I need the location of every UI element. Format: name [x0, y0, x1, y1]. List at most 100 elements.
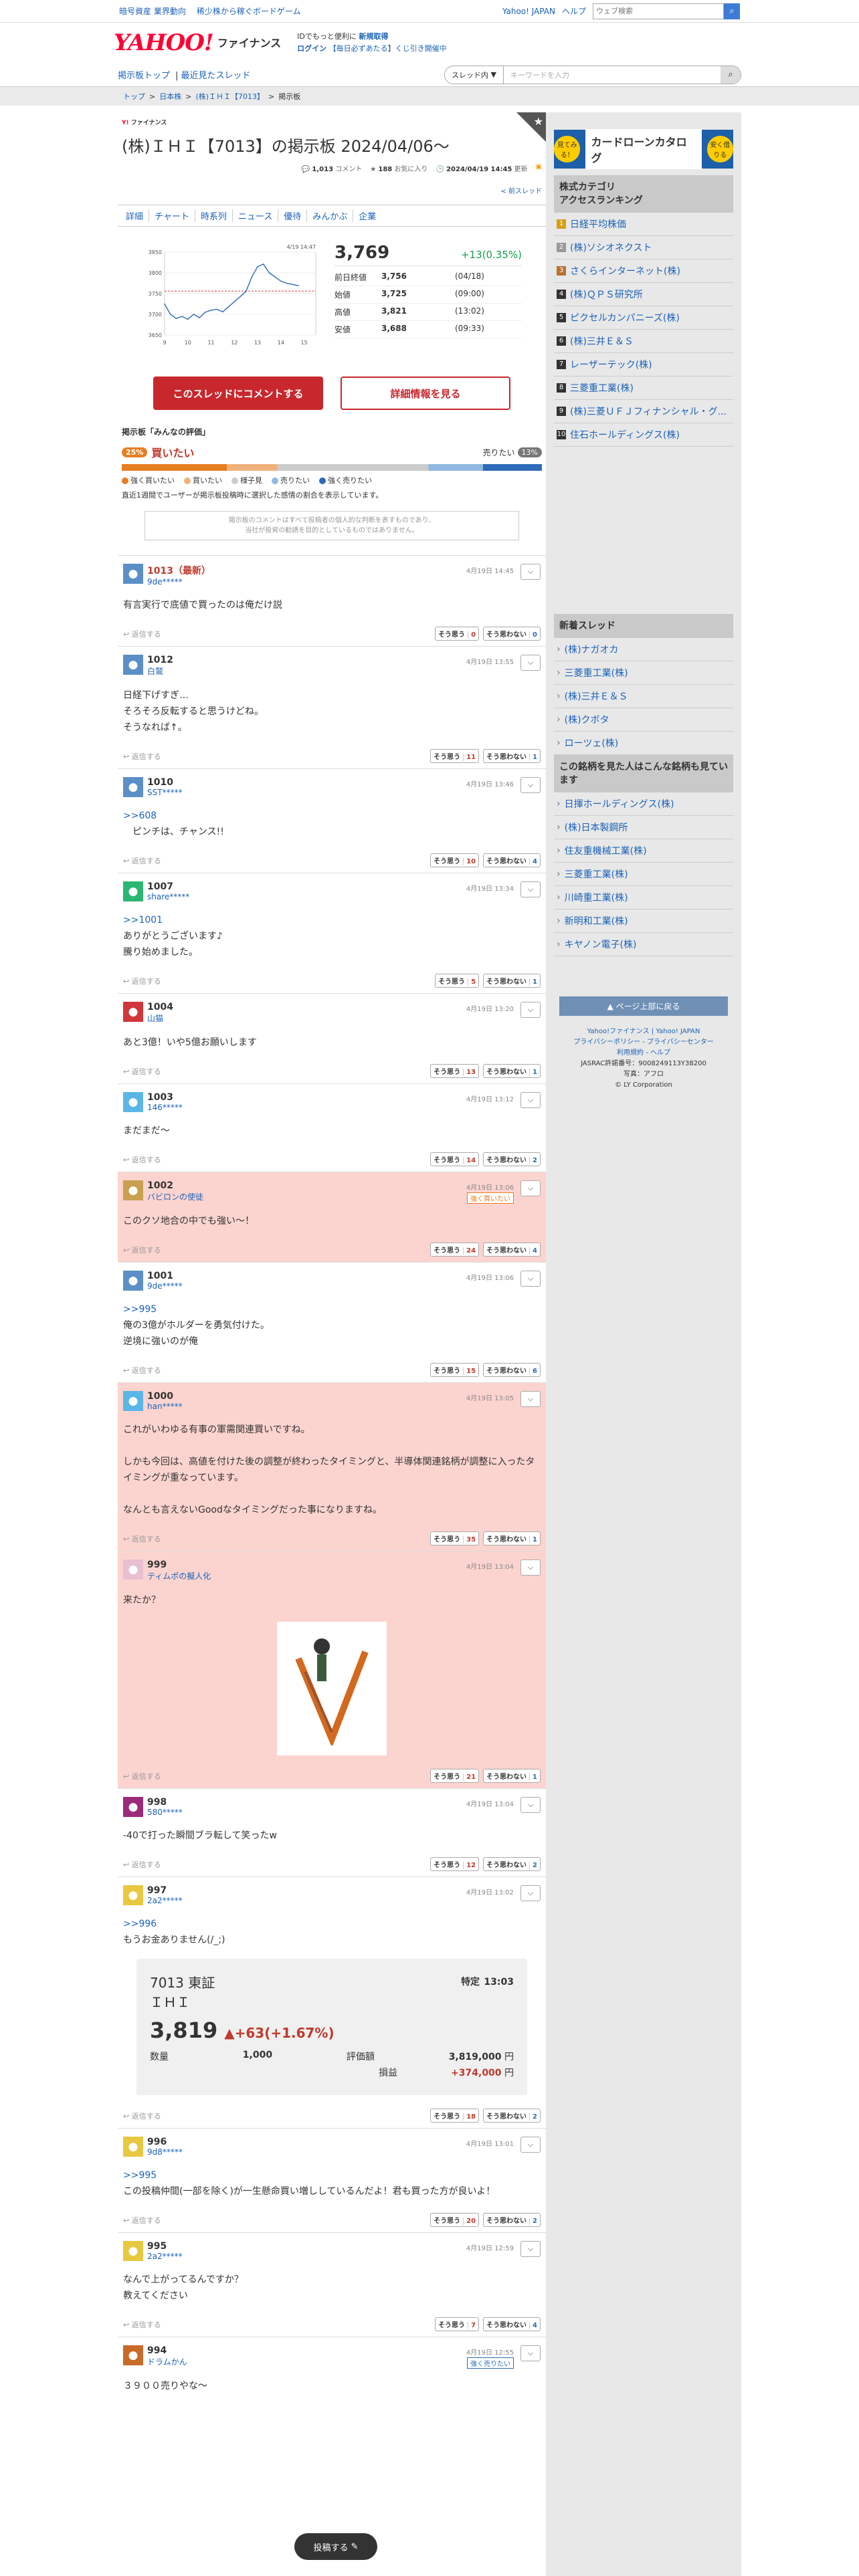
- disagree-button[interactable]: そう思わない 4: [483, 853, 541, 867]
- disagree-button[interactable]: そう思わない 2: [483, 2109, 541, 2123]
- post-float-button[interactable]: 投稿する ✎: [294, 2533, 377, 2560]
- top-link-2[interactable]: 稀少株から稼ぐボードゲーム: [197, 7, 301, 16]
- top-link-1[interactable]: 暗号資産 業界動向: [119, 7, 186, 16]
- tab-benefits[interactable]: 優待: [278, 209, 308, 222]
- ranking-item[interactable]: 5 ピクセルカンパニーズ(株): [554, 306, 733, 330]
- post-image[interactable]: [277, 1622, 387, 1755]
- reply-anchor-link[interactable]: >>995: [123, 1301, 541, 1317]
- disagree-button[interactable]: そう思わない 0: [483, 627, 541, 641]
- also-viewed-item[interactable]: › 住友重機械工業(株): [554, 839, 733, 863]
- avatar[interactable]: ●: [123, 1002, 143, 1022]
- reply-button[interactable]: ↩ 返信する: [123, 1771, 161, 1782]
- post-number[interactable]: 1002: [147, 1180, 203, 1191]
- post-menu-button[interactable]: ⌵: [520, 881, 541, 897]
- post-number[interactable]: 1004: [147, 1002, 173, 1012]
- post-number[interactable]: 1010: [147, 777, 183, 788]
- post-number[interactable]: 999: [147, 1560, 211, 1570]
- also-viewed-item[interactable]: › 新明和工業(株): [554, 909, 733, 933]
- search-icon[interactable]: ⌕: [721, 66, 741, 84]
- reply-button[interactable]: ↩ 返信する: [123, 1533, 161, 1544]
- yahoo-finance-logo[interactable]: YAHOO! ファイナンス: [114, 31, 281, 54]
- avatar[interactable]: ●: [123, 1180, 143, 1200]
- avatar[interactable]: ●: [123, 655, 143, 675]
- yahoo-japan-link[interactable]: Yahoo! JAPAN: [502, 7, 555, 16]
- agree-button[interactable]: そう思う 35: [430, 1531, 480, 1545]
- prev-thread-link[interactable]: < 前スレッド: [122, 185, 542, 195]
- agree-button[interactable]: そう思う 14: [430, 1152, 480, 1166]
- agree-button[interactable]: そう思う 20: [430, 2213, 480, 2227]
- tab-minkabu[interactable]: みんかぶ: [307, 209, 354, 222]
- user-id[interactable]: 白鷲: [147, 665, 173, 677]
- reply-button[interactable]: ↩ 返信する: [123, 1154, 161, 1165]
- avatar[interactable]: ●: [123, 1391, 143, 1411]
- ranking-item[interactable]: 1 日経平均株価: [554, 213, 733, 236]
- thread-search-scope[interactable]: スレッド内 ▼: [445, 66, 504, 84]
- user-id[interactable]: 9d8*****: [147, 2147, 183, 2157]
- new-thread-item[interactable]: › ローツェ(株): [554, 732, 733, 755]
- disagree-button[interactable]: そう思わない 1: [483, 1064, 541, 1078]
- footer-links[interactable]: Yahoo!ファイナンス | Yahoo! JAPAN: [554, 1027, 733, 1037]
- post-number[interactable]: 998: [147, 1797, 183, 1808]
- disagree-button[interactable]: そう思わない 1: [483, 1769, 541, 1783]
- also-viewed-item[interactable]: › 日揮ホールディングス(株): [554, 792, 733, 816]
- also-viewed-item[interactable]: › 川崎重工業(株): [554, 886, 733, 909]
- post-number[interactable]: 1007: [147, 881, 189, 892]
- disagree-button[interactable]: そう思わない 1: [483, 974, 541, 988]
- agree-button[interactable]: そう思う 13: [430, 1064, 480, 1078]
- post-number[interactable]: 996: [147, 2137, 183, 2147]
- post-menu-button[interactable]: ⌵: [520, 2345, 541, 2361]
- user-id[interactable]: 9de*****: [147, 1281, 183, 1291]
- reply-anchor-link[interactable]: >>996: [123, 1916, 541, 1932]
- disagree-button[interactable]: そう思わない 4: [483, 2317, 541, 2331]
- post-menu-button[interactable]: ⌵: [520, 1180, 541, 1196]
- agree-button[interactable]: そう思う 21: [430, 1769, 480, 1783]
- search-icon[interactable]: ⌕: [724, 3, 740, 19]
- footer-privacy[interactable]: プライバシーポリシー - プライバシーセンター: [554, 1037, 733, 1048]
- user-id[interactable]: ドラムかん: [147, 2356, 187, 2367]
- reply-button[interactable]: ↩ 返信する: [123, 751, 161, 762]
- agree-button[interactable]: そう思う 24: [430, 1243, 480, 1257]
- sidebar-ad[interactable]: 見てみる！ カードローンカタログ 安く借りる: [554, 129, 734, 169]
- post-menu-button[interactable]: ⌵: [520, 655, 541, 671]
- tab-history[interactable]: 時系列: [195, 209, 233, 222]
- avatar[interactable]: ●: [123, 777, 143, 797]
- user-id[interactable]: ティムポの擬人化: [147, 1570, 211, 1582]
- web-search-input[interactable]: [593, 3, 724, 19]
- avatar[interactable]: ●: [123, 2241, 143, 2261]
- agree-button[interactable]: そう思う 18: [430, 2109, 480, 2123]
- crumb-top[interactable]: トップ: [123, 91, 145, 102]
- disagree-button[interactable]: そう思わない 1: [483, 749, 541, 763]
- reply-button[interactable]: ↩ 返信する: [123, 1859, 161, 1870]
- comment-button[interactable]: このスレッドにコメントする: [153, 377, 323, 410]
- avatar[interactable]: ●: [123, 564, 143, 584]
- user-id[interactable]: 9de*****: [147, 577, 211, 586]
- reply-button[interactable]: ↩ 返信する: [123, 1245, 161, 1255]
- recent-threads-link[interactable]: 最近見たスレッド: [181, 71, 251, 81]
- post-number[interactable]: 1013（最新）: [147, 564, 211, 577]
- avatar[interactable]: ●: [123, 2137, 143, 2157]
- rss-icon[interactable]: ▣: [536, 163, 542, 173]
- reply-anchor-link[interactable]: >>1001: [123, 912, 541, 928]
- new-thread-item[interactable]: › (株)ナガオカ: [554, 638, 733, 661]
- reply-button[interactable]: ↩ 返信する: [123, 629, 161, 639]
- avatar[interactable]: ●: [123, 2345, 143, 2365]
- reply-anchor-link[interactable]: >>995: [123, 2167, 541, 2183]
- post-number[interactable]: 1012: [147, 655, 173, 665]
- reply-button[interactable]: ↩ 返信する: [123, 1066, 161, 1077]
- agree-button[interactable]: そう思う 10: [430, 853, 480, 867]
- new-thread-item[interactable]: › (株)三井Ｅ＆Ｓ: [554, 685, 733, 708]
- reply-button[interactable]: ↩ 返信する: [123, 1365, 161, 1376]
- user-id[interactable]: バビロンの使徒: [147, 1191, 203, 1202]
- disagree-button[interactable]: そう思わない 4: [483, 1243, 541, 1257]
- post-menu-button[interactable]: ⌵: [520, 1092, 541, 1108]
- also-viewed-item[interactable]: › キヤノン電子(株): [554, 933, 733, 956]
- also-viewed-item[interactable]: › (株)日本製鋼所: [554, 816, 733, 839]
- disagree-button[interactable]: そう思わない 1: [483, 1531, 541, 1545]
- new-thread-item[interactable]: › 三菱重工業(株): [554, 661, 733, 685]
- ranking-item[interactable]: 7 レーザーテック(株): [554, 353, 733, 377]
- user-id[interactable]: han*****: [147, 1402, 183, 1411]
- post-menu-button[interactable]: ⌵: [520, 777, 541, 793]
- reply-button[interactable]: ↩ 返信する: [123, 2319, 161, 2330]
- avatar[interactable]: ●: [123, 1885, 143, 1905]
- agree-button[interactable]: そう思う 7: [435, 2317, 480, 2331]
